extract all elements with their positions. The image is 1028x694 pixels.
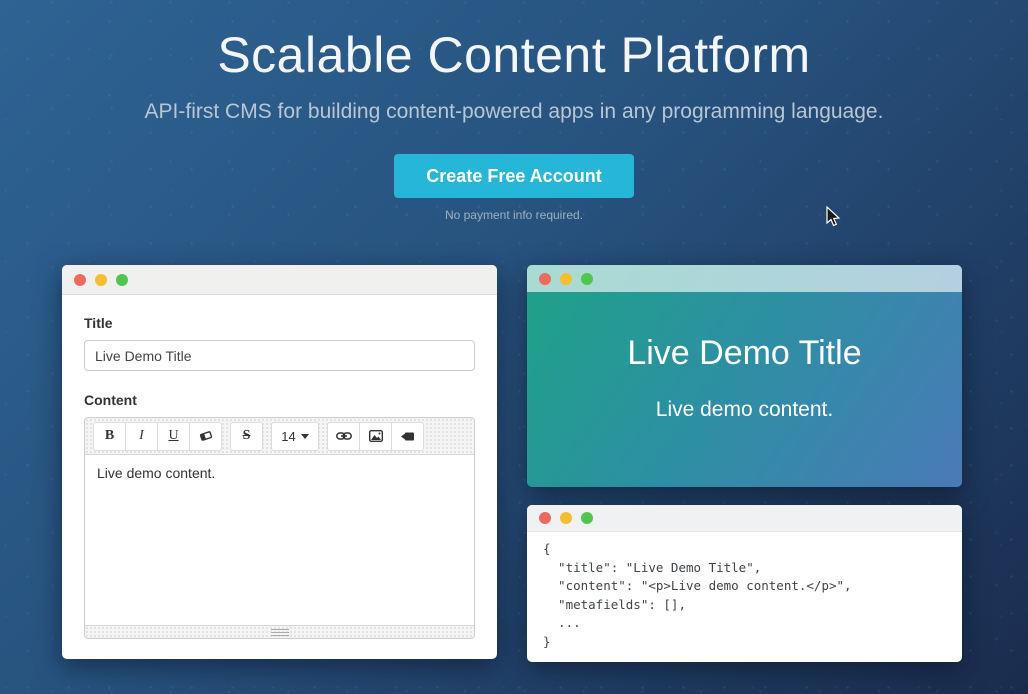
zoom-traffic-light-icon [581,512,593,524]
close-traffic-light-icon [74,274,86,286]
bold-button[interactable]: B [93,422,126,451]
minimize-traffic-light-icon [560,512,572,524]
resize-handle[interactable] [271,629,289,636]
minimize-traffic-light-icon [560,273,572,285]
json-output-window: { "title": "Live Demo Title", "content":… [527,505,962,662]
editor-statusbar [85,625,474,638]
preview-text: Live demo content. [527,398,962,422]
insert-image-button[interactable] [359,422,392,451]
video-icon [400,431,415,442]
insert-link-button[interactable] [327,422,360,451]
title-field-label: Title [84,315,475,331]
code-line: "title": "Live Demo Title", [543,559,946,578]
preview-window-titlebar [527,265,962,292]
rich-text-editor: B I U S [84,417,475,639]
font-size-value: 14 [281,429,295,444]
zoom-traffic-light-icon [581,273,593,285]
close-traffic-light-icon [539,512,551,524]
insert-video-button[interactable] [391,422,424,451]
preview-title: Live Demo Title [527,334,962,373]
underline-button[interactable]: U [157,422,190,451]
clear-formatting-button[interactable] [189,422,222,451]
hero-section: Scalable Content Platform API-first CMS … [0,0,1028,222]
link-icon [336,431,352,441]
no-payment-note: No payment info required. [0,208,1028,222]
json-code-block: { "title": "Live Demo Title", "content":… [527,532,962,651]
code-line: { [543,540,946,559]
chevron-down-icon [301,434,309,439]
close-traffic-light-icon [539,273,551,285]
code-line: "metafields": [], [543,596,946,615]
preview-window: Live Demo Title Live demo content. [527,265,962,487]
create-free-account-button[interactable]: Create Free Account [394,154,633,198]
editor-window: Title Content B I U [62,265,497,659]
code-line: "content": "<p>Live demo content.</p>", [543,577,946,596]
editor-content-area[interactable]: Live demo content. [85,455,474,625]
minimize-traffic-light-icon [95,274,107,286]
eraser-icon [199,430,213,442]
preview-content: Live Demo Title Live demo content. [527,334,962,422]
editor-window-titlebar [62,265,497,295]
title-input[interactable] [84,340,475,371]
page-subtitle: API-first CMS for building content-power… [0,100,1028,124]
code-line: ... [543,614,946,633]
italic-button[interactable]: I [125,422,158,451]
zoom-traffic-light-icon [116,274,128,286]
image-icon [369,430,383,442]
json-window-titlebar [527,505,962,532]
strikethrough-button[interactable]: S [230,422,263,451]
code-line: } [543,633,946,652]
font-size-dropdown[interactable]: 14 [271,422,319,451]
content-field-label: Content [84,392,475,408]
editor-toolbar: B I U S [85,418,474,455]
page-title: Scalable Content Platform [0,26,1028,84]
